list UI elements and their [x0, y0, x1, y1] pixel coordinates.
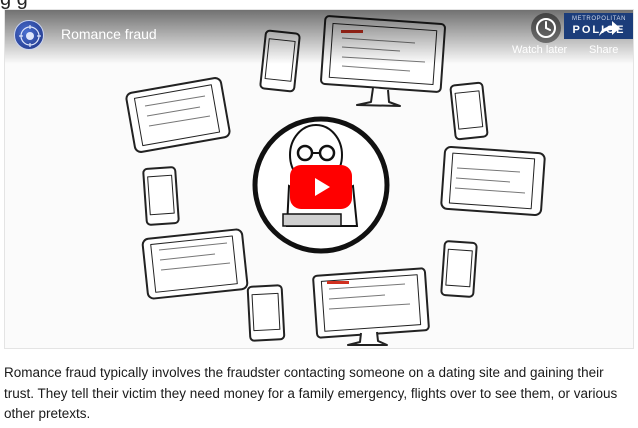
video-title[interactable]: Romance fraud [61, 26, 157, 42]
watch-later-button[interactable]: Watch later [512, 44, 567, 56]
play-button[interactable] [290, 165, 352, 209]
clock-icon[interactable] [530, 12, 562, 44]
share-arrow-icon[interactable] [591, 16, 625, 42]
phone-icon [142, 166, 180, 226]
tablet-left-top-icon [125, 77, 231, 153]
phone-icon [440, 240, 478, 298]
phone-icon [246, 284, 286, 342]
video-player[interactable]: Romance fraud METROPOLITAN POLICE Watch … [4, 9, 634, 349]
tablet-left-bottom-icon [141, 228, 249, 300]
share-button[interactable]: Share [589, 44, 618, 56]
cropped-heading-text: g g [0, 0, 638, 9]
phone-icon [449, 81, 489, 141]
video-caption: Romance fraud typically involves the fra… [4, 365, 618, 421]
police-crest-icon[interactable] [14, 20, 44, 50]
